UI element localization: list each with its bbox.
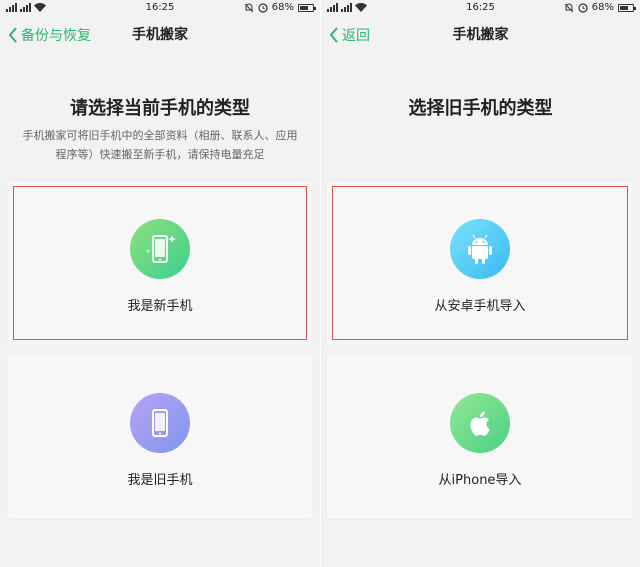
apple-icon <box>450 393 510 453</box>
page-description: 手机搬家可将旧手机中的全部资料（相册、联系人、应用程序等）快速搬至新手机，请保持… <box>22 129 298 161</box>
battery-fill <box>620 5 629 10</box>
battery-icon <box>298 3 316 12</box>
option-import-android[interactable]: 从安卓手机导入 <box>327 181 633 345</box>
battery-percent: 68% <box>271 2 294 13</box>
old-phone-icon <box>130 393 190 453</box>
option-label: 从iPhone导入 <box>438 473 522 488</box>
battery-fill <box>300 5 309 10</box>
right-screen: 16:25 68% 返回 手机搬家 选择旧手机的类型 从安卓手机导入 从iPho… <box>321 0 640 567</box>
nav-bar: 备份与恢复 手机搬家 <box>0 16 320 52</box>
status-bar: 16:25 68% <box>0 0 320 16</box>
android-icon <box>450 219 510 279</box>
nav-bar: 返回 手机搬家 <box>321 16 640 52</box>
mute-bell-icon <box>564 3 574 12</box>
battery-icon <box>618 3 636 12</box>
page-heading: 选择旧手机的类型 <box>408 98 553 119</box>
option-label: 从安卓手机导入 <box>434 299 526 314</box>
mute-bell-icon <box>244 3 254 12</box>
option-old-phone[interactable]: 我是旧手机 <box>8 355 312 519</box>
option-label: 我是旧手机 <box>127 473 193 488</box>
chevron-left-icon <box>8 27 17 43</box>
nav-title: 手机搬家 <box>452 27 509 43</box>
back-label: 备份与恢复 <box>21 28 91 44</box>
option-label: 我是新手机 <box>127 299 193 314</box>
back-label: 返回 <box>342 28 370 44</box>
chevron-left-icon <box>329 27 338 43</box>
back-button[interactable]: 返回 <box>329 25 370 45</box>
page-heading: 请选择当前手机的类型 <box>70 98 250 119</box>
alarm-icon <box>578 2 588 13</box>
status-bar: 16:25 68% <box>321 0 640 16</box>
option-import-iphone[interactable]: 从iPhone导入 <box>327 355 633 519</box>
back-button[interactable]: 备份与恢复 <box>8 25 91 45</box>
alarm-icon <box>258 2 268 13</box>
new-phone-icon <box>130 219 190 279</box>
left-screen: 16:25 68% 备份与恢复 手机搬家 请选择当前手机的类型 手机搬家可将旧手… <box>0 0 320 567</box>
nav-title: 手机搬家 <box>132 27 188 43</box>
battery-percent: 68% <box>591 2 614 13</box>
option-new-phone[interactable]: 我是新手机 <box>8 181 312 345</box>
